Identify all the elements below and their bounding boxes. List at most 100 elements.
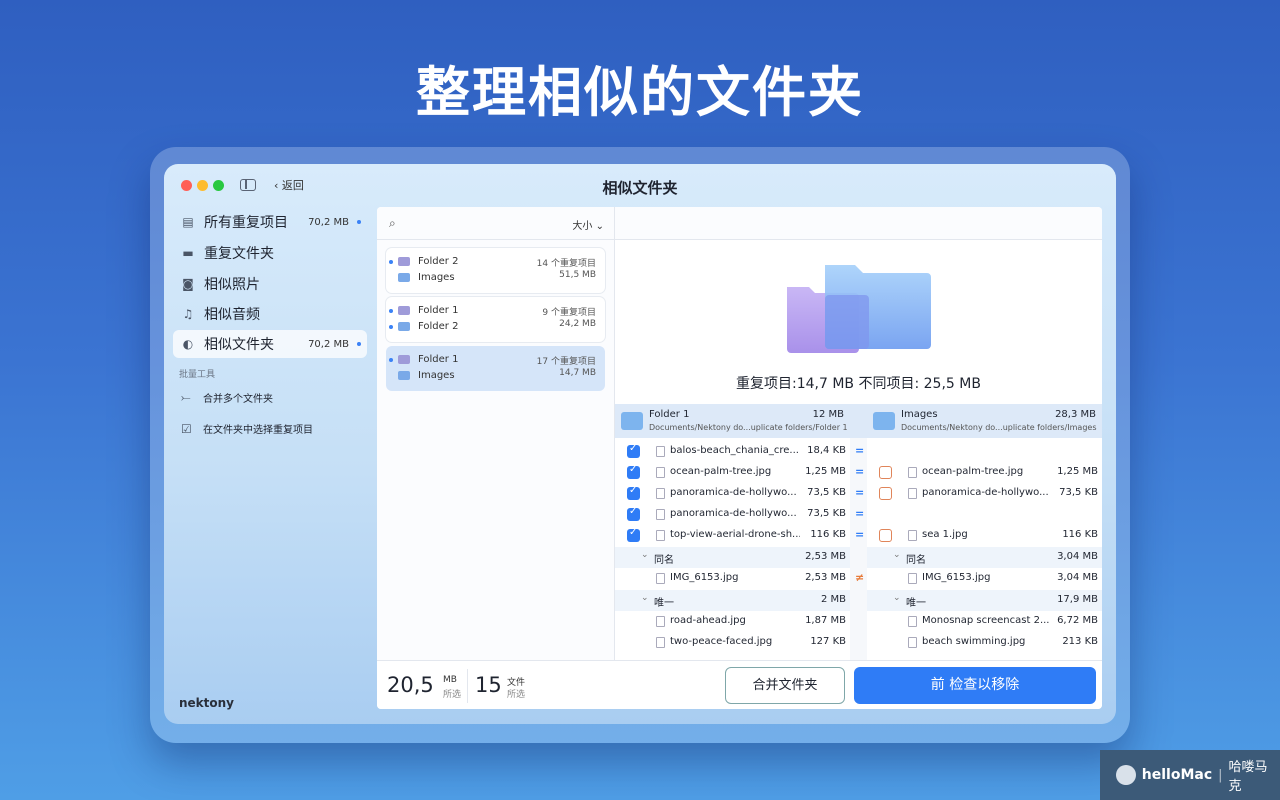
file-size: 116 KB (1062, 529, 1098, 540)
file-icon (656, 467, 665, 478)
duplicate-summary: 重复项目:14,7 MB 不同项目: 25,5 MB (736, 376, 981, 392)
file-row: road-ahead.jpg 1,87 MB Monosnap screenca… (615, 611, 1102, 632)
file-checkbox[interactable] (627, 527, 640, 542)
sidebar-item-all-duplicates[interactable]: ▤ 所有重复项目 70,2 MB (173, 208, 367, 236)
file-name: top-view-aerial-drone-sh... (670, 529, 800, 540)
pair-size: 51,5 MB (559, 270, 596, 280)
watermark-brand: helloMac (1141, 767, 1213, 783)
file-icon (656, 488, 665, 499)
file-icon (656, 509, 665, 520)
files-caption: 所选 (507, 690, 526, 700)
file-size: 1,87 MB (805, 615, 846, 626)
detail-toolbar (615, 207, 1102, 240)
folder-icon (398, 371, 410, 380)
app-window: ‹ 返回 相似文件夹 ▤ 所有重复项目 70,2 MB ▬ 重复文件夹 ◙ 相似… (164, 164, 1116, 724)
file-icon (908, 616, 917, 627)
review-to-remove-button[interactable]: 前 检查以移除 (854, 667, 1096, 704)
left-folder-header: Folder 1 Documents/Nektony do...uplicate… (615, 404, 850, 438)
hellomac-logo-icon (1116, 765, 1136, 785)
group-label: 同名 (906, 555, 926, 566)
file-name: IMG_6153.jpg (922, 572, 991, 583)
tool-label: 合并多个文件夹 (203, 394, 273, 405)
pair-folder-b: Images (418, 272, 455, 283)
pair-duplicate-count: 17 个重复项目 (536, 357, 596, 367)
folder-icon (398, 306, 410, 315)
folder-pair-item[interactable]: Folder 2 Images 14 个重复项目 51,5 MB (386, 248, 605, 293)
file-row: two-peace-faced.jpg 127 KB beach swimmin… (615, 632, 1102, 653)
pair-folder-a: Folder 1 (418, 354, 459, 365)
file-size: 213 KB (1062, 636, 1098, 647)
file-icon (656, 446, 665, 457)
file-name: Monosnap screencast 2... (922, 615, 1050, 626)
tool-select-duplicates-in-folder[interactable]: ☑ 在文件夹中选择重复项目 (181, 421, 313, 437)
sidebar-item-size: 70,2 MB (308, 338, 349, 350)
search-icon[interactable]: ⌕ (389, 216, 396, 231)
group-row-unique[interactable]: ⌄ 唯一 17,9 MB (867, 590, 1102, 611)
file-icon (656, 573, 665, 584)
watermark-separator: | (1218, 767, 1223, 783)
equal-mark: = (855, 486, 865, 499)
file-row: top-view-aerial-drone-sh... 116 KB = sea… (615, 525, 1102, 546)
file-icon (908, 488, 917, 499)
folder-icon (398, 355, 410, 364)
document-icon: ▤ (182, 215, 194, 229)
group-row-same-name[interactable]: ⌄ 同名 3,04 MB (867, 547, 1102, 568)
right-folder-path: Documents/Nektony do...uplicate folders/… (901, 423, 1097, 432)
file-icon (656, 530, 665, 541)
group-size: 17,9 MB (1057, 594, 1098, 605)
equal-mark: = (855, 507, 865, 520)
header-divider (850, 404, 867, 438)
tool-merge-folders[interactable]: ⤚ 合并多个文件夹 (181, 390, 273, 405)
file-checkbox[interactable] (627, 443, 640, 458)
file-checkbox[interactable] (627, 485, 640, 500)
file-checkbox[interactable] (627, 506, 640, 521)
file-name: panoramica-de-hollywo... (922, 487, 1049, 498)
pair-size: 14,7 MB (559, 368, 596, 378)
comparison-panel: 重复项目:14,7 MB 不同项目: 25,5 MB Folder 1 Docu… (615, 207, 1102, 660)
status-dot (389, 325, 393, 329)
group-row-unique[interactable]: ⌄ 唯一 2 MB (615, 590, 850, 611)
sidebar-item-similar-audio[interactable]: ♫ 相似音频 (173, 300, 367, 328)
group-row-same-name[interactable]: ⌄ 同名 2,53 MB (615, 547, 850, 568)
group-label: 同名 (654, 555, 674, 566)
file-checkbox[interactable] (879, 529, 892, 542)
file-checkbox[interactable] (879, 487, 892, 500)
not-equal-mark: ≠ (855, 571, 865, 584)
tool-label: 在文件夹中选择重复项目 (203, 425, 313, 436)
file-name: balos-beach_chania_cre... (670, 445, 799, 456)
folder-pair-item-selected[interactable]: Folder 1 Images 17 个重复项目 14,7 MB (386, 346, 605, 391)
file-size: 116 KB (810, 529, 846, 540)
file-size: 3,04 MB (1057, 572, 1098, 583)
group-size: 3,04 MB (1057, 551, 1098, 562)
file-checkbox[interactable] (627, 464, 640, 479)
batch-tools-heading: 批量工具 (179, 370, 216, 380)
file-size: 2,53 MB (805, 572, 846, 583)
file-size: 73,5 KB (807, 508, 846, 519)
merge-folders-button[interactable]: 合并文件夹 (725, 667, 845, 704)
nektony-logo: nektony (179, 696, 235, 710)
selected-files-value: 15 (475, 673, 502, 697)
right-folder-header: Images Documents/Nektony do...uplicate f… (867, 404, 1102, 438)
search-bar[interactable]: ⌕ 大小 ⌄ (377, 207, 614, 240)
sidebar-item-similar-folders[interactable]: ◐ 相似文件夹 70,2 MB (173, 330, 367, 358)
file-icon (908, 530, 917, 541)
file-row: IMG_6153.jpg 2,53 MB ≠ IMG_6153.jpg 3,04… (615, 568, 1102, 589)
sidebar-item-label: 相似照片 (204, 277, 260, 293)
footer-bar: 20,5 MB 所选 15 文件 所选 合并文件夹 前 检查以移除 (377, 660, 1102, 709)
file-checkbox[interactable] (879, 466, 892, 479)
sidebar-item-duplicate-folders[interactable]: ▬ 重复文件夹 (173, 239, 367, 267)
chevron-down-icon: ⌄ (893, 593, 901, 603)
folder-icon: ▬ (182, 246, 194, 260)
file-size: 73,5 KB (1059, 487, 1098, 498)
group-size: 2,53 MB (805, 551, 846, 562)
sidebar-item-similar-photos[interactable]: ◙ 相似照片 (173, 270, 367, 298)
main-panel: ⌕ 大小 ⌄ Folder 2 Images 14 个重复项目 51,5 MB … (377, 207, 1102, 709)
folder-icon (398, 322, 410, 331)
status-dot (389, 358, 393, 362)
page-headline: 整理相似的文件夹 (416, 61, 864, 124)
folder-pair-item[interactable]: Folder 1 Folder 2 9 个重复项目 24,2 MB (386, 297, 605, 342)
left-folder-name: Folder 1 (649, 409, 690, 420)
watermark-text: 哈喽马克 (1228, 760, 1268, 794)
equal-mark: = (855, 444, 865, 457)
sort-dropdown[interactable]: 大小 ⌄ (572, 217, 604, 232)
